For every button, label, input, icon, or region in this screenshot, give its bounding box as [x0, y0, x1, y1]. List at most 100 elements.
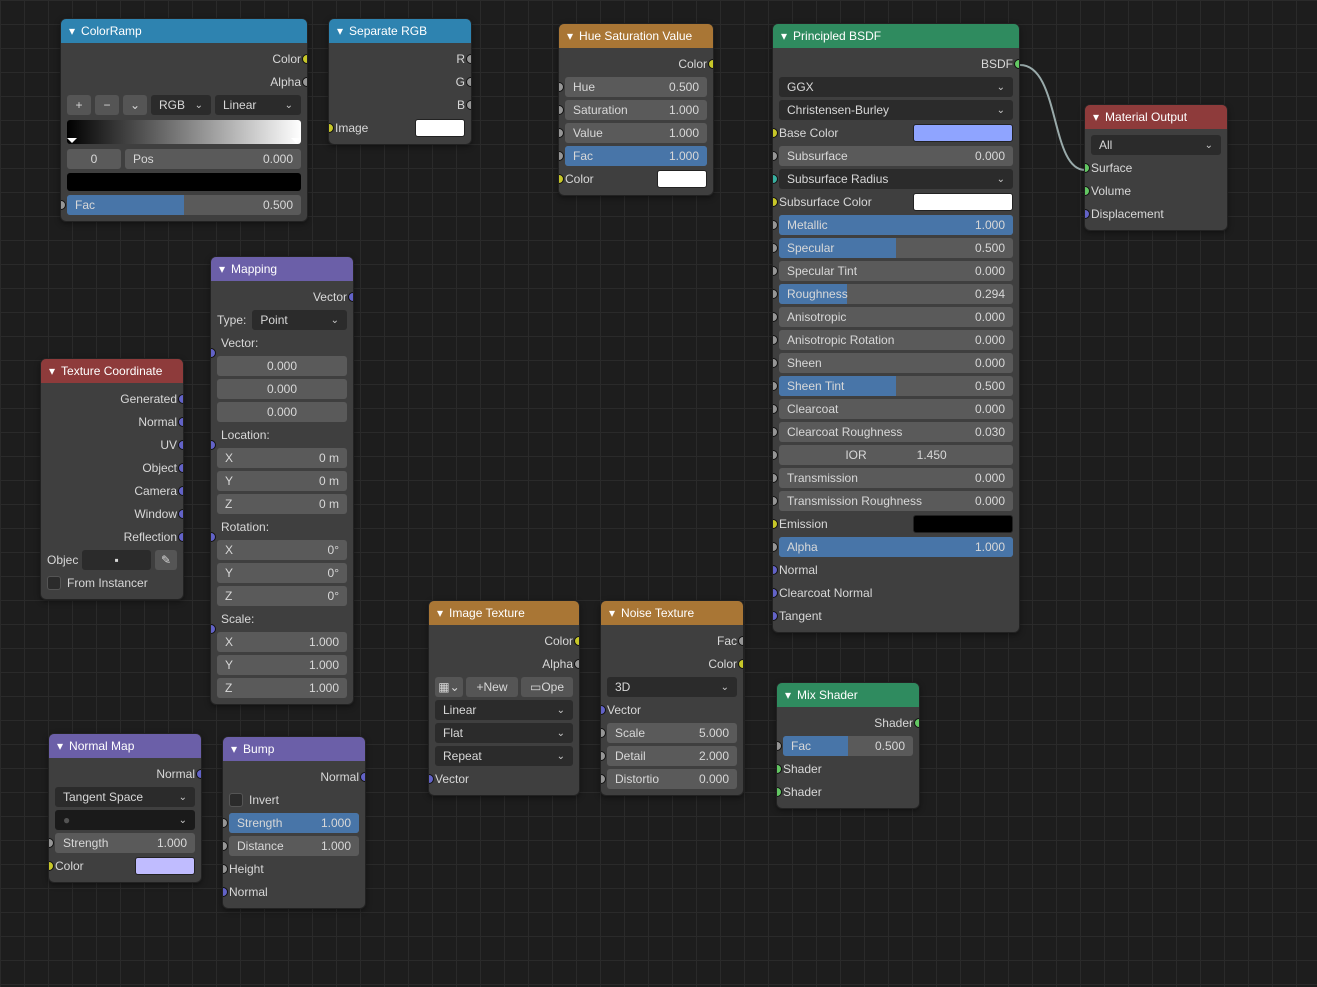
socket-alpha[interactable]	[302, 77, 308, 87]
node-header[interactable]: ▾Mapping	[211, 257, 353, 281]
detail-slider[interactable]: Detail2.000	[607, 746, 737, 766]
node-header[interactable]: ▾Material Output	[1085, 105, 1227, 129]
socket-reflection[interactable]	[178, 532, 184, 542]
socket-ccn[interactable]	[772, 588, 778, 598]
loc-x[interactable]: X0 m	[217, 448, 347, 468]
color-swatch[interactable]	[135, 857, 195, 875]
socket-shader-out[interactable]	[914, 718, 920, 728]
node-material-output[interactable]: ▾Material Output All Surface Volume Disp…	[1084, 104, 1228, 231]
socket-rough[interactable]	[772, 289, 778, 299]
socket-normal-in[interactable]	[222, 887, 228, 897]
socket-sca[interactable]	[210, 624, 216, 634]
colorspace-select[interactable]: RGB	[151, 95, 211, 115]
socket-b[interactable]	[466, 100, 472, 110]
collapse-icon[interactable]: ▾	[69, 24, 75, 38]
trans-slider[interactable]: Transmission0.000	[779, 468, 1013, 488]
socket-color-in[interactable]	[558, 174, 564, 184]
space-select[interactable]: Tangent Space	[55, 787, 195, 807]
distance-slider[interactable]: Distance1.000	[229, 836, 359, 856]
socket-base-color[interactable]	[772, 128, 778, 138]
anisor-slider[interactable]: Anisotropic Rotation0.000	[779, 330, 1013, 350]
fac-slider[interactable]: Fac0.500	[67, 195, 301, 215]
node-bump[interactable]: ▾Bump Normal Invert Strength1.000 Distan…	[222, 736, 366, 909]
collapse-icon[interactable]: ▾	[1093, 110, 1099, 124]
socket-vector[interactable]	[428, 774, 434, 784]
cc-slider[interactable]: Clearcoat0.000	[779, 399, 1013, 419]
collapse-icon[interactable]: ▾	[49, 364, 55, 378]
collapse-icon[interactable]: ▾	[57, 739, 63, 753]
hue-slider[interactable]: Hue0.500	[565, 77, 707, 97]
instancer-checkbox[interactable]	[47, 576, 61, 590]
node-header[interactable]: ▾Noise Texture	[601, 601, 743, 625]
socket-uv[interactable]	[178, 440, 184, 450]
collapse-icon[interactable]: ▾	[785, 688, 791, 702]
socket-metallic[interactable]	[772, 220, 778, 230]
node-header[interactable]: ▾Normal Map	[49, 734, 201, 758]
gradient[interactable]	[67, 120, 301, 144]
socket-emis[interactable]	[772, 519, 778, 529]
socket-detail[interactable]	[600, 751, 606, 761]
image-swatch[interactable]	[415, 119, 465, 137]
dropdown-button[interactable]: ⌄	[123, 95, 147, 115]
socket-r[interactable]	[466, 54, 472, 64]
dim-select[interactable]: 3D	[607, 677, 737, 697]
proj-select[interactable]: Flat	[435, 723, 573, 743]
node-mapping[interactable]: ▾Mapping Vector Type:Point Vector: 0.000…	[210, 256, 354, 705]
ior-slider[interactable]: IOR1.450	[779, 445, 1013, 465]
rough-slider[interactable]: Roughness0.294	[779, 284, 1013, 304]
node-image-texture[interactable]: ▾Image Texture Color Alpha ▦⌄ + New ▭ Op…	[428, 600, 580, 796]
socket-surface[interactable]	[1084, 163, 1090, 173]
socket-aniso[interactable]	[772, 312, 778, 322]
collapse-icon[interactable]: ▾	[437, 606, 443, 620]
socket-fac[interactable]	[558, 151, 564, 161]
node-normal-map[interactable]: ▾Normal Map Normal Tangent Space ● Stren…	[48, 733, 202, 883]
subsurface-radius[interactable]: Subsurface Radius	[779, 169, 1013, 189]
val-slider[interactable]: Value1.000	[565, 123, 707, 143]
socket-ior[interactable]	[772, 450, 778, 460]
sca-x[interactable]: X1.000	[217, 632, 347, 652]
socket-color[interactable]	[574, 636, 580, 646]
transr-slider[interactable]: Transmission Roughness0.000	[779, 491, 1013, 511]
ssc-swatch[interactable]	[913, 193, 1013, 211]
node-header[interactable]: ▾Mix Shader	[777, 683, 919, 707]
socket-color[interactable]	[738, 659, 744, 669]
socket-hue[interactable]	[558, 82, 564, 92]
socket-fac[interactable]	[60, 200, 66, 210]
socket-scale[interactable]	[600, 728, 606, 738]
collapse-icon[interactable]: ▾	[231, 742, 237, 756]
node-noise-texture[interactable]: ▾Noise Texture Fac Color 3D Vector Scale…	[600, 600, 744, 796]
socket-bsdf[interactable]	[1014, 59, 1020, 69]
socket-cc[interactable]	[772, 404, 778, 414]
fac-slider[interactable]: Fac0.500	[783, 736, 913, 756]
socket-disp[interactable]	[1084, 209, 1090, 219]
socket-spec[interactable]	[772, 243, 778, 253]
scale-slider[interactable]: Scale5.000	[607, 723, 737, 743]
node-header[interactable]: ▾Hue Saturation Value	[559, 24, 713, 48]
invert-checkbox[interactable]	[229, 793, 243, 807]
subsurface-slider[interactable]: Subsurface0.000	[779, 146, 1013, 166]
rot-y[interactable]: Y0°	[217, 563, 347, 583]
socket-sheen[interactable]	[772, 358, 778, 368]
node-header[interactable]: ▾Bump	[223, 737, 365, 761]
socket-shader-2[interactable]	[776, 787, 782, 797]
socket-ssc[interactable]	[772, 197, 778, 207]
loc-y[interactable]: Y0 m	[217, 471, 347, 491]
sca-y[interactable]: Y1.000	[217, 655, 347, 675]
node-separate-rgb[interactable]: ▾Separate RGB R G B Image	[328, 18, 472, 145]
socket-subsurf[interactable]	[772, 151, 778, 161]
socket-rot[interactable]	[210, 532, 216, 542]
rot-x[interactable]: X0°	[217, 540, 347, 560]
metallic-slider[interactable]: Metallic1.000	[779, 215, 1013, 235]
new-button[interactable]: + New	[466, 677, 518, 697]
socket-image[interactable]	[328, 123, 334, 133]
alpha-slider[interactable]: Alpha1.000	[779, 537, 1013, 557]
sss-select[interactable]: Christensen-Burley	[779, 100, 1013, 120]
distribution-select[interactable]: GGX	[779, 77, 1013, 97]
socket-color[interactable]	[302, 54, 308, 64]
node-principled-bsdf[interactable]: ▾Principled BSDF BSDF GGX Christensen-Bu…	[772, 23, 1020, 633]
interp-select[interactable]: Linear	[215, 95, 301, 115]
socket-ccr[interactable]	[772, 427, 778, 437]
node-texcoord[interactable]: ▾Texture Coordinate Generated Normal UV …	[40, 358, 184, 600]
type-select[interactable]: Point	[252, 310, 347, 330]
aniso-slider[interactable]: Anisotropic0.000	[779, 307, 1013, 327]
